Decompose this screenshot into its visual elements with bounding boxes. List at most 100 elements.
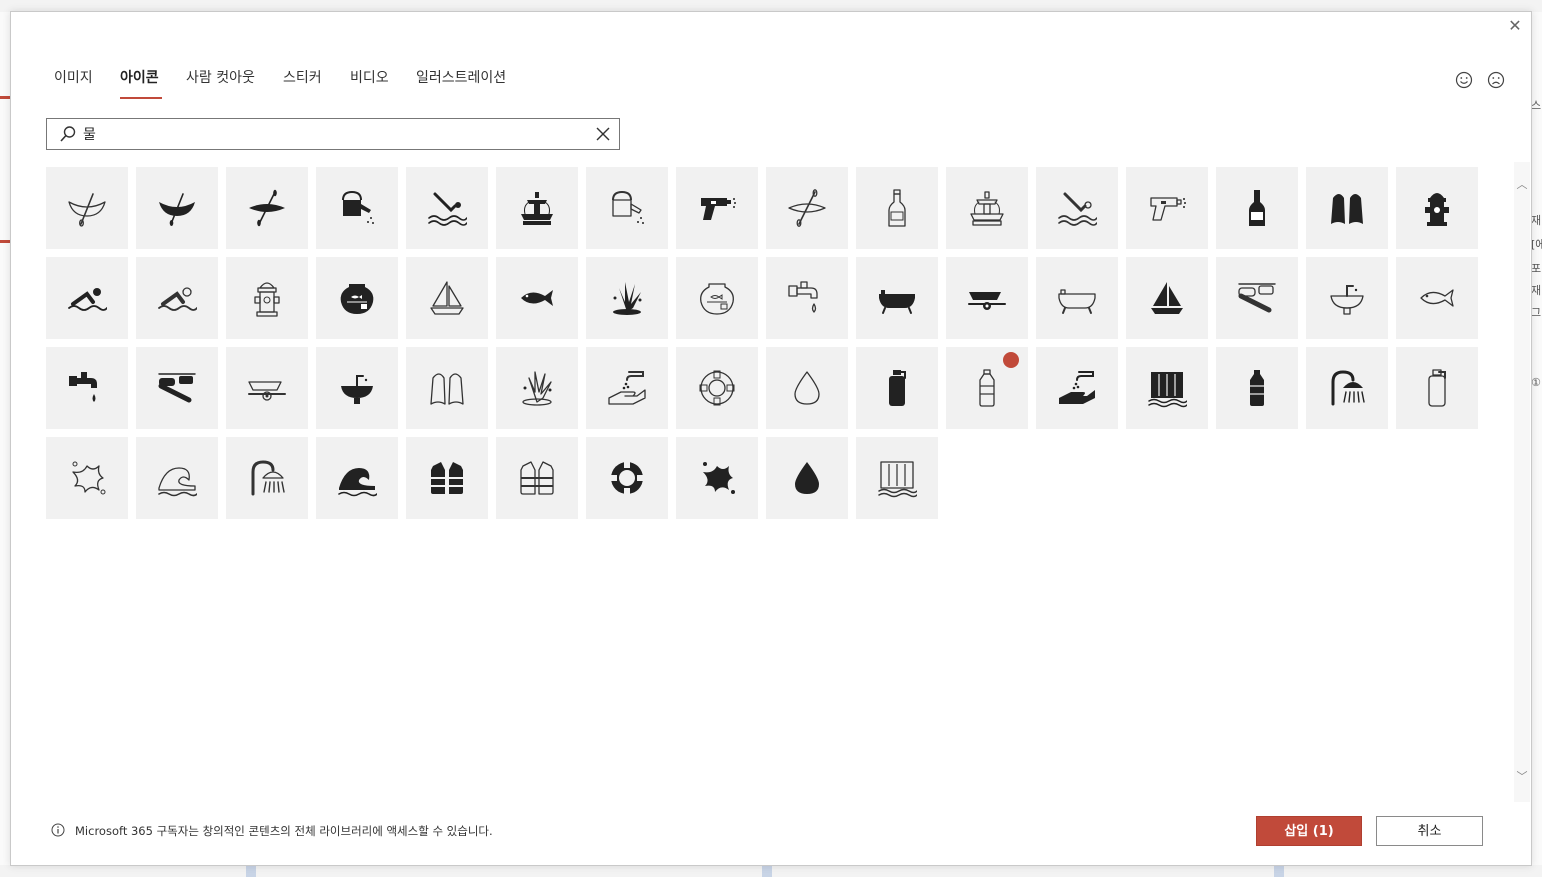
icon-tile[interactable] [676, 167, 758, 249]
water-gun-outline-icon [1150, 197, 1186, 221]
icon-tile[interactable] [136, 347, 218, 429]
tab-people-cutouts[interactable]: 사람 컷아웃 [186, 67, 255, 87]
icon-tile[interactable] [856, 347, 938, 429]
icon-tile[interactable] [1306, 167, 1388, 249]
smile-feedback-icon[interactable] [1455, 71, 1473, 89]
search-input[interactable] [83, 123, 583, 145]
icon-tile[interactable] [226, 167, 308, 249]
icon-tile[interactable] [946, 167, 1028, 249]
faucet-icon [69, 372, 97, 402]
kayak-icon [249, 189, 285, 227]
active-tab-indicator [120, 97, 162, 99]
icon-tile[interactable] [676, 347, 758, 429]
icon-tile[interactable] [1306, 347, 1388, 429]
fish-bowl-icon [340, 284, 374, 314]
background-text-fragment: 재 [1531, 214, 1542, 227]
icon-tile[interactable] [226, 347, 308, 429]
icon-tile[interactable] [136, 257, 218, 339]
icon-tile[interactable] [676, 257, 758, 339]
icon-tile[interactable] [1126, 167, 1208, 249]
icon-tile[interactable] [406, 257, 488, 339]
frown-feedback-icon[interactable] [1487, 71, 1505, 89]
icon-tile[interactable] [946, 257, 1028, 339]
clear-search-icon[interactable] [595, 126, 611, 142]
bottle-icon [1249, 190, 1265, 226]
icon-tile[interactable] [586, 167, 668, 249]
background-text-fragment: 재 [1531, 284, 1542, 297]
icon-tile[interactable] [496, 347, 578, 429]
diver-icon [428, 192, 467, 226]
kayak-outline-icon [788, 189, 826, 227]
icon-tile[interactable] [586, 257, 668, 339]
icon-tile[interactable] [766, 437, 848, 519]
tab-videos[interactable]: 비디오 [350, 67, 389, 87]
icon-tile[interactable] [1126, 257, 1208, 339]
icon-tile[interactable] [316, 257, 398, 339]
icon-tile[interactable] [226, 257, 308, 339]
icon-tile[interactable] [136, 167, 218, 249]
scroll-up-icon[interactable]: ︿ [1516, 176, 1528, 191]
sailboat-icon [1151, 282, 1183, 314]
water-bottle-icon [889, 370, 906, 406]
splash-outline-icon [522, 371, 552, 406]
icon-tile[interactable] [496, 437, 578, 519]
plastic-bottle-icon [1250, 370, 1264, 406]
icon-tile[interactable] [316, 437, 398, 519]
icon-tile[interactable] [1036, 167, 1118, 249]
background-text-fragment: 포 [1531, 262, 1542, 275]
bathtub-outline-icon [1058, 289, 1096, 314]
icon-tile[interactable] [46, 347, 128, 429]
tab-icons[interactable]: 아이콘 [120, 67, 159, 87]
icon-tile[interactable] [1396, 347, 1478, 429]
boat-trailer-icon [968, 292, 1006, 310]
icon-tile[interactable] [496, 257, 578, 339]
background-text-fragment: 그 [1531, 306, 1542, 319]
search-icon [60, 126, 76, 142]
tab-illustrations[interactable]: 일러스트레이션 [416, 67, 506, 87]
insert-button[interactable]: 삽입 (1) [1256, 816, 1362, 846]
icon-tile[interactable] [406, 167, 488, 249]
icon-tile[interactable] [1306, 257, 1388, 339]
icon-tile[interactable] [856, 257, 938, 339]
icon-tile[interactable] [766, 167, 848, 249]
icon-tile[interactable] [46, 167, 128, 249]
icon-tile[interactable] [1036, 257, 1118, 339]
icon-tile[interactable] [226, 437, 308, 519]
icon-tile[interactable] [856, 437, 938, 519]
icon-tile[interactable] [1216, 347, 1298, 429]
faucet-outline-icon [788, 281, 818, 313]
icon-tile[interactable] [1396, 257, 1478, 339]
icon-tile[interactable] [316, 167, 398, 249]
hand-water-icon [1059, 371, 1095, 404]
icon-tile[interactable] [316, 347, 398, 429]
hand-water-outline-icon [608, 371, 646, 405]
tab-images[interactable]: 이미지 [54, 67, 93, 87]
icon-tile[interactable] [586, 437, 668, 519]
icon-tile[interactable] [496, 167, 578, 249]
icon-tile[interactable] [46, 437, 128, 519]
icon-tile[interactable] [676, 437, 758, 519]
icon-tile[interactable] [136, 437, 218, 519]
icon-tile[interactable] [1396, 167, 1478, 249]
icon-tile[interactable] [406, 347, 488, 429]
icon-tile[interactable] [1126, 347, 1208, 429]
icon-tile[interactable] [1216, 257, 1298, 339]
tab-stickers[interactable]: 스티커 [283, 67, 322, 87]
icon-tile[interactable] [766, 347, 848, 429]
icon-tile[interactable] [766, 257, 848, 339]
icon-tile[interactable] [46, 257, 128, 339]
icon-tile[interactable] [946, 347, 1055, 429]
scroll-down-icon[interactable]: ﹀ [1516, 768, 1528, 783]
icon-tile[interactable] [1216, 167, 1298, 249]
close-icon[interactable]: ✕ [1507, 18, 1523, 34]
icon-tile[interactable] [856, 167, 938, 249]
fish-icon [521, 290, 553, 306]
fish-outline-icon [1420, 289, 1454, 307]
cancel-button[interactable]: 취소 [1376, 816, 1483, 846]
icon-tile[interactable] [586, 347, 668, 429]
icon-tile[interactable] [406, 437, 488, 519]
background-status-strip [0, 865, 1542, 877]
results-scrollbar[interactable]: ︿ ﹀ [1514, 162, 1530, 802]
icon-tile[interactable] [1036, 347, 1118, 429]
shower-icon [1331, 370, 1365, 406]
